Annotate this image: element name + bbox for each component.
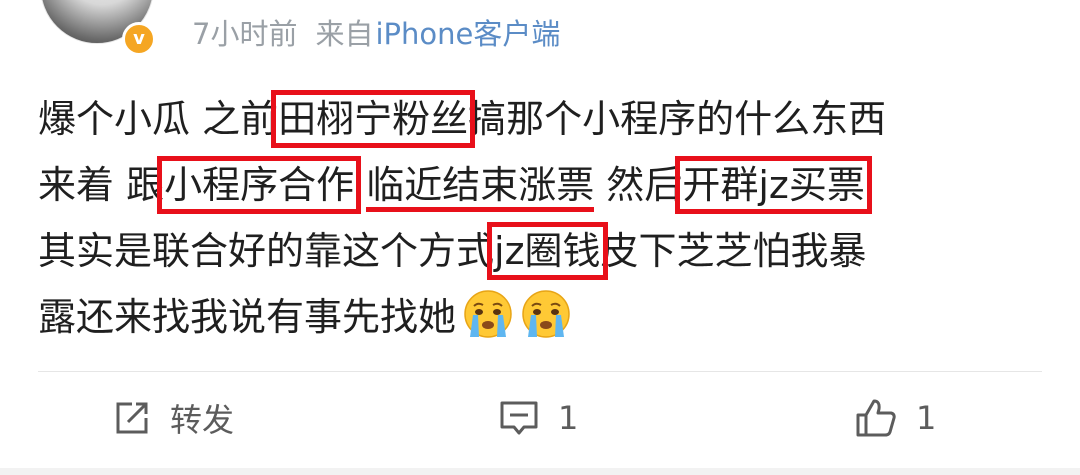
post-text: 皮下芝芝怕我暴 bbox=[600, 229, 867, 273]
post-meta: 7小时前 来自iPhone客户端 bbox=[192, 14, 560, 54]
source-device[interactable]: iPhone客户端 bbox=[375, 17, 560, 51]
action-bar: 转发 1 1 bbox=[0, 378, 1080, 458]
post-line-3: 其实是联合好的靠这个方式jz圈钱皮下芝芝怕我暴 bbox=[38, 218, 1048, 284]
post-content: 爆个小瓜 之前田栩宁粉丝搞那个小程序的什么东西 来着 跟小程序合作 临近结束涨票… bbox=[38, 86, 1048, 350]
vip-badge-icon: v bbox=[122, 22, 156, 56]
crying-emoji-icon bbox=[464, 290, 512, 338]
comment-icon bbox=[500, 401, 538, 435]
crying-emoji-icon bbox=[522, 290, 570, 338]
highlight-box: jz圈钱 bbox=[487, 222, 608, 280]
highlight-underline: 临近结束涨票 bbox=[366, 163, 595, 212]
like-icon bbox=[856, 399, 896, 437]
highlight-box: 开群jz买票 bbox=[675, 156, 872, 214]
post-line-2: 来着 跟小程序合作 临近结束涨票 然后开群jz买票 bbox=[38, 152, 1048, 218]
divider bbox=[38, 371, 1042, 372]
comment-count: 1 bbox=[558, 399, 579, 437]
post-line-1: 爆个小瓜 之前田栩宁粉丝搞那个小程序的什么东西 bbox=[38, 86, 1048, 152]
bottom-separator bbox=[0, 468, 1080, 475]
like-button[interactable]: 1 bbox=[854, 378, 936, 458]
post-text: 爆个小瓜 之前 bbox=[38, 97, 279, 141]
repost-button[interactable]: 转发 bbox=[112, 378, 234, 458]
post-text: 来着 跟 bbox=[38, 163, 165, 207]
post-text: 露还来找我说有事先找她 bbox=[38, 295, 457, 339]
source-prefix: 来自 bbox=[315, 17, 374, 51]
like-count: 1 bbox=[916, 399, 937, 437]
highlight-box: 小程序合作 bbox=[157, 156, 362, 214]
repost-label: 转发 bbox=[170, 401, 235, 439]
post-line-4: 露还来找我说有事先找她 bbox=[38, 284, 1048, 350]
post-text: 然后 bbox=[594, 163, 683, 207]
comment-button[interactable]: 1 bbox=[498, 378, 578, 458]
highlight-box: 田栩宁粉丝 bbox=[271, 90, 476, 148]
weibo-post: v 7小时前 来自iPhone客户端 爆个小瓜 之前田栩宁粉丝搞那个小程序的什么东… bbox=[0, 0, 1080, 475]
post-time: 7小时前 bbox=[192, 17, 298, 51]
post-text bbox=[354, 163, 366, 207]
post-text: 搞那个小程序的什么东西 bbox=[468, 97, 887, 141]
post-text: 其实是联合好的靠这个方式 bbox=[38, 229, 495, 273]
avatar-container[interactable]: v bbox=[40, 0, 156, 56]
repost-icon bbox=[116, 402, 148, 434]
